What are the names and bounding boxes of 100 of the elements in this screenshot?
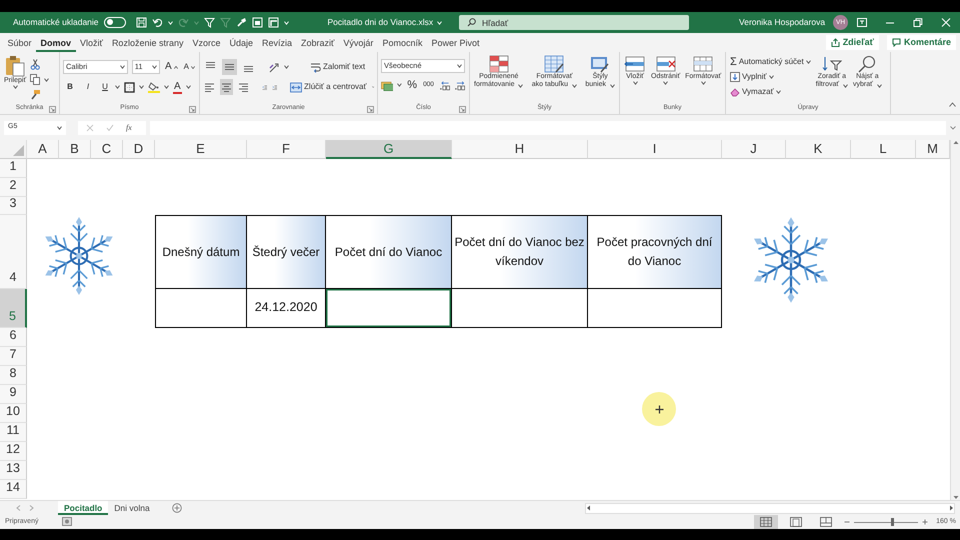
menu-tab[interactable]: Zobraziť [296, 36, 339, 52]
restore-icon[interactable] [913, 18, 924, 27]
shrink-font-button[interactable]: A [182, 59, 196, 75]
add-sheet-icon[interactable] [172, 502, 182, 513]
column-header[interactable]: K [786, 140, 851, 159]
comments-button[interactable]: Komentáre [886, 35, 956, 50]
column-header[interactable]: A [27, 140, 59, 159]
dialog-launcher-icon[interactable] [367, 106, 374, 113]
copy-icon[interactable] [30, 74, 40, 85]
accounting-icon[interactable] [381, 80, 394, 90]
orientation-icon[interactable] [268, 62, 280, 72]
menu-tab[interactable]: Power Pivot [426, 36, 484, 52]
column-header[interactable]: E [155, 140, 247, 159]
row-header[interactable]: 8 [0, 366, 27, 385]
menu-tab[interactable]: Súbor [3, 36, 36, 52]
middle-align-button[interactable] [222, 59, 237, 75]
row-header[interactable]: 2 [0, 178, 27, 197]
row-header[interactable]: 5 [0, 289, 27, 328]
menu-tab[interactable]: Vzorce [188, 36, 225, 52]
scroll-right-icon[interactable] [949, 505, 954, 511]
dialog-launcher-icon[interactable] [49, 106, 56, 113]
menu-tab[interactable]: Údaje [225, 36, 258, 52]
ribbon-display-icon[interactable] [857, 18, 868, 27]
table-cell[interactable] [155, 289, 247, 328]
underline-button[interactable]: U [99, 79, 111, 95]
sheet-tab[interactable]: Dni volna [108, 501, 156, 515]
table-cell[interactable]: 24.12.2020 [247, 289, 326, 328]
menu-tab[interactable]: Rozloženie strany [107, 36, 188, 52]
caret-icon[interactable] [284, 65, 289, 69]
zoom-slider-thumb[interactable] [891, 518, 894, 526]
search-field[interactable]: Hľadať [459, 15, 690, 30]
sheet-tab[interactable]: Pocitadlo [58, 501, 108, 515]
caret-icon[interactable] [372, 85, 374, 89]
row-header[interactable]: 14 [0, 480, 27, 499]
autosave-toggle[interactable] [104, 17, 126, 28]
autosum-button[interactable]: Σ Automatický súčet [729, 55, 812, 69]
vertical-scrollbar[interactable] [950, 140, 960, 500]
dialog-launcher-icon[interactable] [459, 106, 466, 113]
table-cell[interactable] [326, 289, 452, 328]
brush-icon[interactable] [236, 17, 248, 28]
column-header[interactable]: L [851, 140, 916, 159]
font-color-button[interactable]: A [173, 80, 182, 94]
zoom-in-icon[interactable] [922, 519, 928, 525]
row-header[interactable]: 11 [0, 423, 27, 442]
share-button[interactable]: Zdieľať [826, 35, 879, 50]
menu-tab[interactable]: Revízia [258, 36, 297, 52]
menu-tab[interactable]: Domov [36, 36, 76, 52]
column-header[interactable]: C [91, 140, 123, 159]
menu-tab[interactable]: Vývojár [338, 36, 378, 52]
window-icon[interactable] [252, 17, 264, 28]
format-painter-icon[interactable] [30, 89, 42, 100]
clear-button[interactable]: Vymazať [729, 85, 812, 99]
align-center-button[interactable] [220, 79, 233, 95]
row-header[interactable]: 4 [0, 215, 27, 289]
row-header[interactable]: 9 [0, 385, 27, 404]
caret-icon[interactable] [115, 85, 120, 89]
horizontal-scrollbar[interactable] [585, 502, 955, 514]
column-header[interactable]: B [59, 140, 91, 159]
grow-font-button[interactable]: A [164, 59, 179, 75]
caret-icon[interactable] [186, 85, 191, 89]
fill-color-icon[interactable] [148, 81, 160, 93]
bold-button[interactable]: B [63, 79, 77, 95]
row-header[interactable]: 13 [0, 461, 27, 480]
row-header[interactable]: 3 [0, 197, 27, 215]
caret-icon[interactable] [164, 85, 169, 89]
table-cell[interactable] [452, 289, 588, 328]
menu-tab[interactable]: Pomocník [378, 36, 427, 52]
row-header[interactable]: 6 [0, 328, 27, 347]
zoom-out-icon[interactable] [844, 519, 850, 525]
column-header[interactable]: I [588, 140, 722, 159]
row-header[interactable]: 10 [0, 404, 27, 423]
column-header[interactable]: M [916, 140, 950, 159]
increase-decimal-icon[interactable] [438, 80, 450, 90]
dialog-launcher-icon[interactable] [189, 106, 196, 113]
decrease-decimal-icon[interactable] [454, 80, 466, 90]
column-header[interactable]: H [452, 140, 588, 159]
percent-button[interactable]: % [406, 77, 418, 93]
menu-tab[interactable]: Vložiť [76, 36, 108, 52]
save-icon[interactable] [136, 17, 148, 28]
column-header[interactable]: J [722, 140, 786, 159]
column-header[interactable]: F [247, 140, 326, 159]
row-header[interactable]: 7 [0, 347, 27, 366]
caret-icon[interactable] [44, 78, 50, 82]
column-header[interactable]: D [123, 140, 155, 159]
borders-icon[interactable] [124, 82, 135, 92]
fill-button[interactable]: Vyplniť [729, 70, 812, 84]
cut-icon[interactable] [30, 59, 40, 70]
wrap-text-button[interactable]: Zalomiť text [309, 59, 366, 75]
normal-view-button[interactable] [754, 515, 778, 529]
scroll-left-icon[interactable] [586, 505, 591, 511]
row-header[interactable]: 1 [0, 159, 27, 178]
scroll-down-icon[interactable] [952, 495, 958, 500]
collapse-ribbon-icon[interactable] [949, 102, 956, 108]
caret-icon[interactable] [397, 83, 402, 87]
close-icon[interactable] [941, 18, 952, 27]
file-name-button[interactable]: Pocitadlo dni do Vianoc.xlsx [327, 16, 456, 29]
table-cell[interactable] [588, 289, 722, 328]
italic-button[interactable]: I [81, 79, 95, 95]
scroll-up-icon[interactable] [952, 140, 958, 145]
merge-center-button[interactable]: Zlúčiť a centrovať [289, 79, 368, 95]
